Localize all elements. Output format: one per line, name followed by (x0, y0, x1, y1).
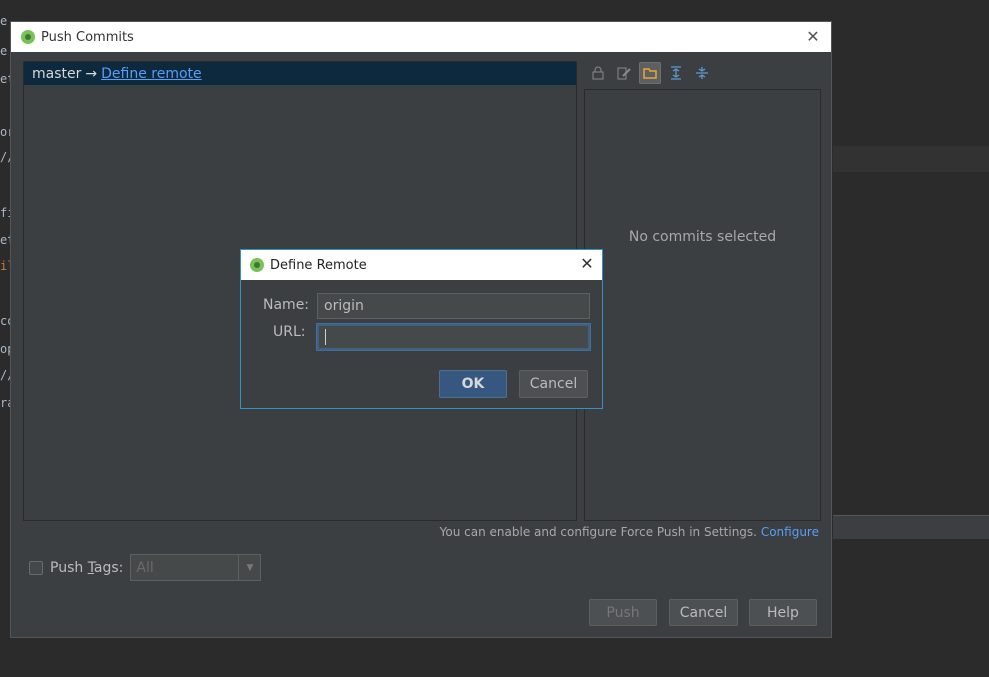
dialog-title: Push Commits (41, 29, 134, 45)
edit-icon[interactable] (613, 62, 635, 84)
branch-row[interactable]: master → Define remote (24, 62, 576, 85)
force-push-text: You can enable and configure Force Push … (439, 525, 757, 539)
folder-icon[interactable] (639, 62, 661, 84)
arrow-icon: → (85, 65, 98, 82)
define-remote-dialog: Define Remote ✕ Name: origin URL: OK Can… (240, 249, 603, 409)
editor-right-area (833, 0, 989, 677)
push-tags-select[interactable]: All ▼ (130, 554, 262, 581)
dialog-title-bar: Push Commits ✕ (11, 22, 831, 52)
define-remote-link[interactable]: Define remote (101, 66, 202, 82)
local-branch-label: master (32, 65, 82, 82)
empty-state-message: No commits selected (628, 229, 777, 245)
collapse-all-icon[interactable] (691, 62, 713, 84)
commit-details-panel: No commits selected (584, 89, 821, 521)
editor-status-strip (833, 515, 989, 539)
push-button[interactable]: Push (589, 599, 657, 626)
url-field[interactable] (317, 324, 590, 350)
define-remote-title: Define Remote (270, 257, 367, 273)
expand-all-icon[interactable] (665, 62, 687, 84)
push-tags-row: Push Tags: All ▼ (29, 554, 262, 581)
android-studio-icon (250, 258, 264, 272)
cancel-button[interactable]: Cancel (669, 599, 738, 626)
push-tags-value: All (136, 559, 154, 576)
commit-details-toolbar (587, 62, 713, 84)
push-tags-label: Push Tags: (50, 559, 124, 576)
cancel-button[interactable]: Cancel (519, 370, 588, 398)
push-tags-checkbox[interactable] (29, 560, 43, 575)
force-push-note: You can enable and configure Force Push … (440, 525, 819, 539)
android-studio-icon (21, 30, 35, 44)
name-label: Name: (263, 297, 310, 313)
editor-bottom-area (0, 638, 989, 677)
url-label: URL: (273, 324, 306, 340)
close-icon[interactable]: ✕ (803, 27, 823, 47)
configure-link[interactable]: Configure (761, 525, 819, 539)
help-button[interactable]: Help (749, 599, 817, 626)
editor-line-highlight (833, 146, 989, 172)
ok-button[interactable]: OK (439, 370, 507, 398)
lock-icon[interactable] (587, 62, 609, 84)
close-icon[interactable]: ✕ (577, 254, 597, 274)
text-caret (325, 329, 326, 345)
define-remote-title-bar: Define Remote ✕ (241, 250, 602, 280)
name-field[interactable]: origin (317, 293, 590, 319)
chevron-down-icon: ▼ (238, 555, 260, 580)
